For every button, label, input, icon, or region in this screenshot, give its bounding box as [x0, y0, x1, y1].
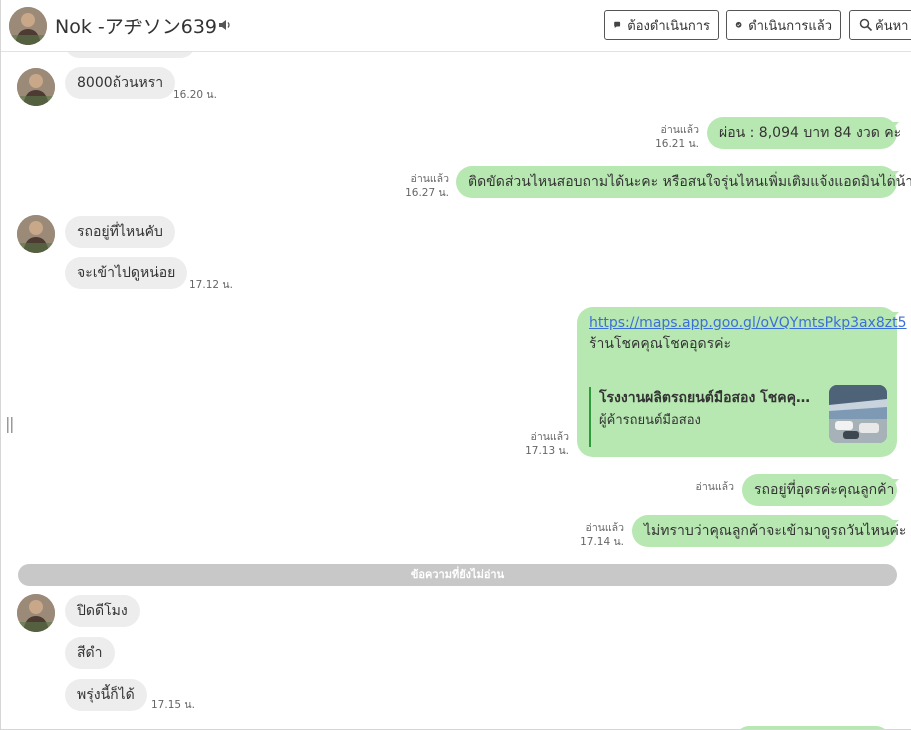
link-message[interactable]: https://maps.app.goo.gl/oVQYmtsPkp3ax8zt…: [577, 307, 907, 457]
incoming-message[interactable]: รถอยู่ที่ไหนคับ: [65, 216, 175, 248]
message-meta: อ่านแล้ว 16.21 น.: [641, 123, 699, 151]
message-time: 16.20 น.: [173, 89, 217, 101]
message-time: 16.21 น.: [655, 138, 699, 150]
todo-button[interactable]: ต้องดำเนินการ: [604, 10, 719, 40]
message-meta: อ่านแล้ว 16.27 น.: [391, 172, 449, 200]
map-link[interactable]: https://maps.app.goo.gl/oVQYmtsPkp3ax8zt…: [589, 315, 907, 331]
read-status: อ่านแล้ว: [660, 124, 699, 136]
preview-thumbnail: [829, 385, 887, 443]
contact-avatar[interactable]: [9, 7, 47, 45]
done-button[interactable]: ดำเนินการแล้ว: [726, 10, 841, 40]
sender-avatar[interactable]: [17, 68, 55, 106]
search-button[interactable]: ค้นหา: [849, 10, 911, 40]
outgoing-message[interactable]: ไม่ทราบว่าคุณลูกค้าจะเข้ามาดูรถวันไหนค่ะ: [632, 515, 906, 547]
read-status: อ่านแล้ว: [410, 173, 449, 185]
preview-title: โรงงานผลิตรถยนต์มือสอง โชคคุณโชค: [599, 390, 821, 406]
incoming-message[interactable]: สีดำ: [65, 637, 115, 669]
done-button-label: ดำเนินการแล้ว: [748, 18, 832, 34]
incoming-message[interactable]: ปิดดีโมง: [65, 595, 140, 627]
search-icon: [859, 18, 873, 32]
bubble-tail: [891, 312, 899, 320]
outgoing-message[interactable]: ติดขัดส่วนไหนสอบถามได้นะคะ หรือสนใจรุ่นไ…: [456, 166, 911, 198]
speaker-icon[interactable]: [217, 17, 233, 33]
search-button-label: ค้นหา: [875, 18, 909, 34]
incoming-message[interactable]: จะเข้าไปดูหน่อย: [65, 257, 188, 289]
read-status: อ่านแล้ว: [530, 431, 569, 443]
todo-button-label: ต้องดำเนินการ: [627, 18, 710, 34]
outgoing-message[interactable]: รถอยู่ที่อุดรค่ะคุณลูกค้า: [742, 474, 897, 506]
message-meta: อ่านแล้ว 17.13 น.: [511, 430, 569, 458]
chat-window: Nok -アヂソン639 ต้องดำเนินการ ดำเนินการแล้ว…: [0, 0, 911, 730]
contact-name: Nok -アヂソン639: [55, 16, 218, 38]
incoming-message[interactable]: พรุ่งนี้ก็ได้: [65, 679, 147, 711]
link-preview[interactable]: โรงงานผลิตรถยนต์มือสอง โชคคุณโชค ผู้ค้าร…: [589, 385, 887, 447]
unread-divider: ข้อความที่ยังไม่อ่าน: [18, 564, 897, 586]
resize-handle-icon[interactable]: [6, 417, 14, 433]
outgoing-message-clipped: [735, 726, 890, 729]
incoming-message[interactable]: 8000ถ้วนหรา: [65, 67, 176, 99]
message-bubble-clipped: [65, 52, 195, 58]
bubble-tail: [891, 122, 899, 130]
bubble-tail: [891, 520, 899, 528]
chat-header: Nok -アヂソン639 ต้องดำเนินการ ดำเนินการแล้ว…: [1, 0, 911, 52]
bubble-tail: [891, 479, 899, 487]
message-time: 17.14 น.: [580, 536, 624, 548]
message-time: 17.13 น.: [525, 445, 569, 457]
chat-bubble-icon: [614, 21, 621, 28]
read-status: อ่านแล้ว: [695, 481, 734, 493]
message-time: 17.12 น.: [189, 279, 233, 291]
message-list[interactable]: 8000ถ้วนหรา 16.20 น. อ่านแล้ว 16.21 น. ผ…: [1, 52, 911, 729]
bubble-tail: [891, 171, 899, 179]
preview-subtitle: ผู้ค้ารถยนต์มือสอง: [599, 413, 701, 428]
link-caption: ร้านโชคคุณโชคอุดรค่ะ: [589, 336, 731, 352]
message-meta: อ่านแล้ว 17.14 น.: [566, 521, 624, 549]
outgoing-message[interactable]: ผ่อน : 8,094 บาท 84 งวด ค่ะ: [707, 117, 901, 149]
sender-avatar[interactable]: [17, 215, 55, 253]
message-time: 17.15 น.: [151, 699, 195, 711]
sender-avatar[interactable]: [17, 594, 55, 632]
chat-check-icon: [735, 21, 742, 28]
message-meta: อ่านแล้ว: [676, 480, 734, 494]
read-status: อ่านแล้ว: [585, 522, 624, 534]
message-time: 16.27 น.: [405, 187, 449, 199]
